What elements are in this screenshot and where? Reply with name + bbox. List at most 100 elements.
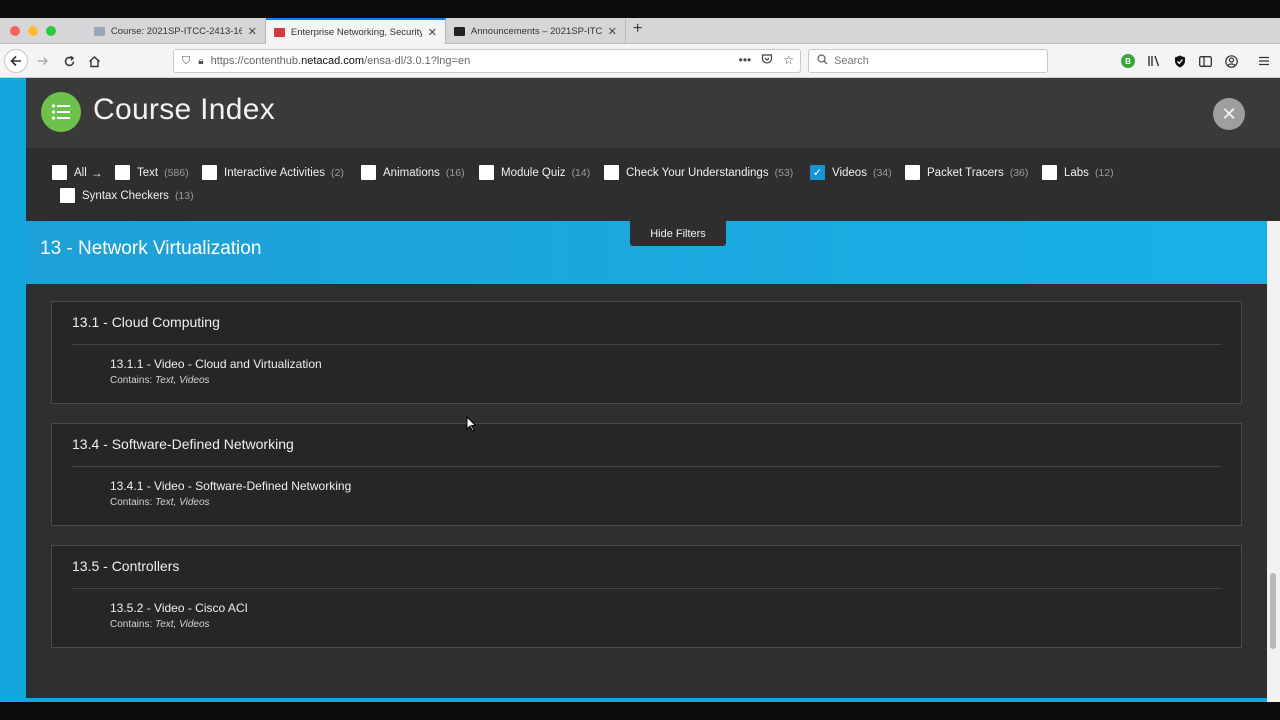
window-zoom-dot[interactable] (46, 26, 56, 36)
new-tab-button[interactable]: + (633, 20, 642, 38)
filter-label: Labs (1064, 166, 1089, 179)
checkbox-videos[interactable]: ✓ (810, 165, 825, 180)
account-button[interactable] (1223, 53, 1239, 69)
window-close-dot[interactable] (10, 26, 20, 36)
filter-label: Check Your Understandings (626, 166, 769, 179)
section-card: 13.5 - Controllers 13.5.2 - Video - Cisc… (51, 545, 1242, 648)
forward-button[interactable] (33, 51, 53, 71)
filter-label: Interactive Activities (224, 166, 325, 179)
bookmark-star-icon[interactable]: ☆ (783, 53, 794, 68)
checkbox-all[interactable] (52, 165, 67, 180)
filter-packet-tracers[interactable]: Packet Tracers (36) (905, 165, 1028, 180)
filter-interactive-activities[interactable]: Interactive Activities (2) (202, 165, 344, 180)
tab-label: Course: 2021SP-ITCC-2413-16 (110, 26, 242, 37)
blackboard-favicon-icon (454, 27, 465, 36)
tab-close-icon[interactable]: ✕ (608, 25, 617, 38)
filter-videos[interactable]: ✓ Videos (34) (810, 165, 892, 180)
checkbox-syntax-checkers[interactable] (60, 188, 75, 203)
course-page: Course Index ✕ All → Text (586) Interact… (0, 78, 1280, 702)
filter-count: (12) (1094, 166, 1114, 179)
topic-link[interactable]: 13.4.1 - Video - Software-Defined Networ… (110, 479, 351, 493)
cisco-favicon-icon (274, 27, 285, 37)
tab-label: Announcements – 2021SP-ITCC (470, 26, 602, 37)
close-course-index-button[interactable]: ✕ (1213, 98, 1245, 130)
filter-count: (586) (164, 166, 189, 179)
filter-count: (13) (174, 189, 194, 202)
tab-close-icon[interactable]: ✕ (428, 26, 437, 39)
green-addon-icon: B (1121, 54, 1135, 68)
hide-filters-button[interactable]: Hide Filters (630, 221, 726, 246)
checkbox-labs[interactable] (1042, 165, 1057, 180)
filter-labs[interactable]: Labs (12) (1042, 165, 1114, 180)
divider (72, 466, 1221, 467)
filter-animations[interactable]: Animations (16) (361, 165, 465, 180)
browser-tab-bar: Course: 2021SP-ITCC-2413-16 ✕ Enterprise… (0, 18, 1280, 44)
library-icon (1148, 55, 1160, 67)
lock-icon[interactable]: 🔒︎ (198, 56, 203, 67)
filter-count: (16) (445, 166, 465, 179)
tab-enterprise-networking[interactable]: Enterprise Networking, Security ✕ (266, 18, 446, 44)
close-icon: ✕ (1221, 103, 1237, 124)
tab-announcements[interactable]: Announcements – 2021SP-ITCC ✕ (446, 19, 626, 44)
filter-label: Syntax Checkers (82, 189, 169, 202)
sidebar-toggle-button[interactable] (1197, 53, 1213, 69)
filter-bar: All → Text (586) Interactive Activities … (26, 148, 1280, 221)
tab-close-icon[interactable]: ✕ (248, 25, 257, 38)
section-title[interactable]: 13.1 - Cloud Computing (72, 314, 220, 330)
back-button[interactable] (4, 49, 28, 73)
page-title: Course Index (93, 93, 276, 126)
filter-label: Module Quiz (501, 166, 566, 179)
section-list: 13.1 - Cloud Computing 13.1.1 - Video - … (26, 284, 1267, 698)
reload-icon (64, 55, 74, 66)
checkbox-text[interactable] (115, 165, 130, 180)
course-index-logo (41, 92, 81, 132)
arrow-right-icon: → (90, 165, 103, 180)
list-icon (51, 104, 70, 120)
sidebar-icon (1198, 55, 1212, 67)
shield-check-icon (1175, 55, 1185, 67)
filter-count: (14) (571, 166, 591, 179)
screen-bottom-bar (0, 702, 1280, 720)
window-minimize-dot[interactable] (28, 26, 38, 36)
shield-icon[interactable]: ⛉ (182, 55, 190, 68)
tab-course[interactable]: Course: 2021SP-ITCC-2413-16 ✕ (86, 19, 266, 44)
section-title[interactable]: 13.4 - Software-Defined Networking (72, 436, 294, 452)
filter-module-quiz[interactable]: Module Quiz (14) (479, 165, 590, 180)
addon-button[interactable]: B (1120, 53, 1136, 69)
search-placeholder: Search (834, 55, 869, 67)
section-card: 13.1 - Cloud Computing 13.1.1 - Video - … (51, 301, 1242, 404)
page-actions-icon[interactable]: ••• (739, 53, 752, 68)
pocket-icon[interactable] (761, 53, 773, 68)
topic-link[interactable]: 13.1.1 - Video - Cloud and Virtualizatio… (110, 357, 322, 371)
checkbox-animations[interactable] (361, 165, 376, 180)
menu-button[interactable] (1256, 53, 1272, 69)
topic-contains: Contains: Text, Videos (110, 619, 210, 630)
checkbox-module-quiz[interactable] (479, 165, 494, 180)
filter-text[interactable]: Text (586) (115, 165, 189, 180)
checkbox-packet-tracers[interactable] (905, 165, 920, 180)
checkbox-check-your-understandings[interactable] (604, 165, 619, 180)
filter-check-your-understandings[interactable]: Check Your Understandings (53) (604, 165, 793, 180)
filter-label: Packet Tracers (927, 166, 1004, 179)
filter-label: Text (137, 166, 159, 179)
reload-button[interactable] (59, 51, 79, 71)
topic-link[interactable]: 13.5.2 - Video - Cisco ACI (110, 601, 248, 615)
left-accent-strip (0, 78, 26, 702)
url-text: https://contenthub.netacad.com/ensa-dl/3… (210, 55, 471, 67)
course-index-header: Course Index ✕ (26, 78, 1280, 148)
home-button[interactable] (84, 51, 104, 71)
section-title[interactable]: 13.5 - Controllers (72, 558, 179, 574)
search-bar[interactable]: Search (808, 49, 1048, 73)
scrollbar-thumb[interactable] (1270, 573, 1276, 649)
checkbox-interactive-activities[interactable] (202, 165, 217, 180)
ublock-button[interactable] (1172, 53, 1188, 69)
filter-label: Videos (832, 166, 867, 179)
url-bar[interactable]: ⛉ 🔒︎ https://contenthub.netacad.com/ensa… (173, 49, 801, 73)
search-icon (817, 54, 828, 68)
library-button[interactable] (1146, 53, 1162, 69)
filter-syntax-checkers[interactable]: Syntax Checkers (13) (60, 188, 194, 203)
arrow-left-icon (10, 55, 21, 67)
tab-label: Enterprise Networking, Security (290, 26, 422, 38)
filter-all[interactable]: All → (52, 165, 103, 180)
divider (72, 588, 1221, 589)
